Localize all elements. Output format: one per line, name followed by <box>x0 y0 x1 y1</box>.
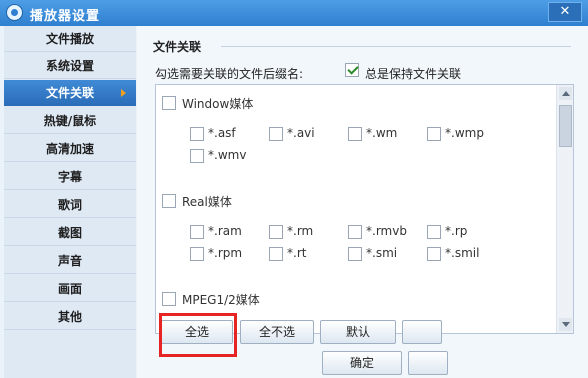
close-button[interactable]: ✕ <box>548 2 582 22</box>
close-icon: ✕ <box>559 4 571 19</box>
sidebar-item-file-playback[interactable]: 文件播放 <box>4 26 136 52</box>
scroll-thumb[interactable] <box>559 105 572 147</box>
scroll-up-icon[interactable] <box>559 87 572 100</box>
keep-association-checkbox[interactable] <box>345 63 359 77</box>
extension-checkbox[interactable] <box>269 225 283 239</box>
arrow-right-icon <box>121 89 126 97</box>
extension-checkbox[interactable] <box>427 247 441 261</box>
extension-checkbox[interactable] <box>427 127 441 141</box>
group-label: MPEG1/2媒体 <box>182 293 260 307</box>
extra-button[interactable] <box>402 320 442 344</box>
group-checkbox-real-media[interactable] <box>162 194 176 208</box>
sidebar-item-file-association[interactable]: 文件关联 <box>4 80 136 106</box>
sidebar-item-picture[interactable]: 画面 <box>4 276 136 302</box>
extension-label: *.rt <box>287 246 307 260</box>
sidebar-item-system-settings[interactable]: 系统设置 <box>4 53 136 79</box>
extension-label: *.asf <box>208 126 236 140</box>
extension-label: *.rm <box>287 224 314 238</box>
settings-window: 播放器设置 ✕ 文件播放 系统设置 文件关联 热键/鼠标 高清加速 字幕 歌词 … <box>0 0 588 378</box>
annotation-highlight-box <box>159 313 237 357</box>
keep-association-label: 总是保持文件关联 <box>365 67 462 81</box>
extension-checkbox[interactable] <box>190 225 204 239</box>
extension-label: *.wmp <box>445 126 484 140</box>
sidebar-item-other[interactable]: 其他 <box>4 304 136 330</box>
ok-button[interactable]: 确定 <box>322 351 402 375</box>
sidebar-item-label: 文件关联 <box>45 86 94 100</box>
group-label: Real媒体 <box>182 195 232 209</box>
extension-label: *.wm <box>366 126 398 140</box>
group-checkbox-windows-media[interactable] <box>162 96 176 110</box>
sidebar-item-hd-acceleration[interactable]: 高清加速 <box>4 136 136 162</box>
extension-label: *.rp <box>445 224 468 238</box>
extension-list: Window媒体 *.asf *.avi *.wm *.wmp *.wmv Re… <box>155 84 574 334</box>
extension-checkbox[interactable] <box>348 247 362 261</box>
extension-label: *.smil <box>445 246 480 260</box>
extension-checkbox[interactable] <box>348 127 362 141</box>
group-label: Window媒体 <box>182 97 254 111</box>
title-bar: 播放器设置 ✕ <box>0 0 588 26</box>
section-divider <box>221 46 571 47</box>
extension-label: *.ram <box>208 224 242 238</box>
extension-checkbox[interactable] <box>269 127 283 141</box>
extension-label: *.rmvb <box>366 224 407 238</box>
sidebar-item-sound[interactable]: 声音 <box>4 248 136 274</box>
sidebar-item-screenshot[interactable]: 截图 <box>4 220 136 246</box>
extension-label: *.wmv <box>208 148 247 162</box>
extension-label: *.avi <box>287 126 315 140</box>
section-title: 文件关联 <box>153 40 202 54</box>
group-checkbox-mpeg-media[interactable] <box>162 292 176 306</box>
extension-checkbox[interactable] <box>269 247 283 261</box>
extension-prompt-label: 勾选需要关联的文件后缀名: <box>155 67 304 81</box>
window-title: 播放器设置 <box>30 9 101 24</box>
extension-checkbox[interactable] <box>190 149 204 163</box>
extension-checkbox[interactable] <box>348 225 362 239</box>
select-none-button[interactable]: 全不选 <box>240 320 314 344</box>
extension-label: *.smi <box>366 246 398 260</box>
list-scrollbar[interactable] <box>556 85 573 333</box>
scroll-down-icon[interactable] <box>559 318 572 331</box>
cancel-button[interactable] <box>408 351 448 375</box>
settings-sidebar: 文件播放 系统设置 文件关联 热键/鼠标 高清加速 字幕 歌词 截图 声音 画面… <box>4 26 136 378</box>
app-logo-icon <box>6 4 23 21</box>
sidebar-item-lyrics[interactable]: 歌词 <box>4 192 136 218</box>
sidebar-item-hotkey-mouse[interactable]: 热键/鼠标 <box>4 108 136 134</box>
extension-checkbox[interactable] <box>427 225 441 239</box>
extension-checkbox[interactable] <box>190 127 204 141</box>
sidebar-item-subtitles[interactable]: 字幕 <box>4 164 136 190</box>
extension-checkbox[interactable] <box>190 247 204 261</box>
default-button[interactable]: 默认 <box>320 320 396 344</box>
extension-label: *.rpm <box>208 246 243 260</box>
